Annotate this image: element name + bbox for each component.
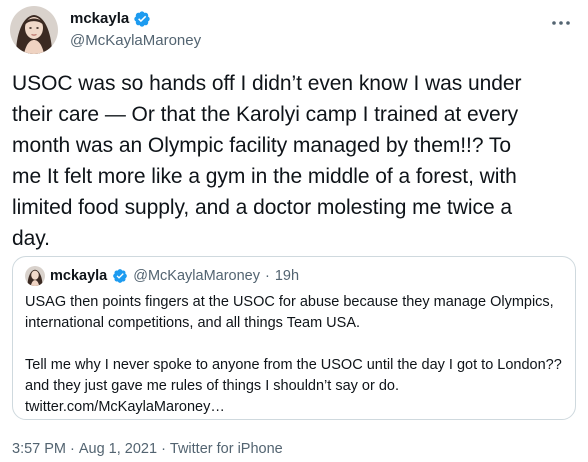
quoted-avatar xyxy=(25,266,45,286)
quoted-tweet-header: mckayla @McKaylaMaroney · 19h xyxy=(25,266,299,286)
quoted-tweet-text: USAG then points fingers at the USOC for… xyxy=(25,292,565,418)
tweet-card: mckayla @McKaylaMaroney USOC was so hand… xyxy=(0,0,588,462)
quoted-timestamp[interactable]: 19h xyxy=(275,266,299,286)
handle[interactable]: @McKaylaMaroney xyxy=(70,31,201,51)
name-row: mckayla xyxy=(70,9,201,29)
tweet-source[interactable]: Twitter for iPhone xyxy=(170,440,283,458)
display-name[interactable]: mckayla xyxy=(70,9,129,29)
verified-badge-icon xyxy=(113,269,128,283)
footer-separator: · xyxy=(161,441,166,457)
footer-separator: · xyxy=(70,441,75,457)
profile-photo-icon xyxy=(25,266,45,286)
more-options-button[interactable] xyxy=(544,6,578,40)
profile-photo-icon xyxy=(10,6,58,54)
tweet-footer: 3:57 PM · Aug 1, 2021 · Twitter for iPho… xyxy=(12,440,283,458)
avatar[interactable] xyxy=(10,6,58,54)
verified-badge-icon xyxy=(134,11,150,27)
quoted-display-name: mckayla xyxy=(50,268,108,284)
tweet-date[interactable]: Aug 1, 2021 xyxy=(79,440,157,458)
quoted-separator: · xyxy=(264,268,270,284)
more-dots-icon xyxy=(552,21,570,25)
quoted-handle: @McKaylaMaroney xyxy=(133,268,260,284)
tweet-text: USOC was so hands off I didn’t even know… xyxy=(12,72,522,250)
quoted-paragraph: USAG then points fingers at the USOC for… xyxy=(25,294,554,331)
quoted-paragraph: Tell me why I never spoke to anyone from… xyxy=(25,357,562,415)
tweet-header: mckayla @McKaylaMaroney xyxy=(70,9,201,51)
quoted-tweet[interactable]: mckayla @McKaylaMaroney · 19h USAG then … xyxy=(12,256,576,420)
tweet-time[interactable]: 3:57 PM xyxy=(12,440,66,458)
